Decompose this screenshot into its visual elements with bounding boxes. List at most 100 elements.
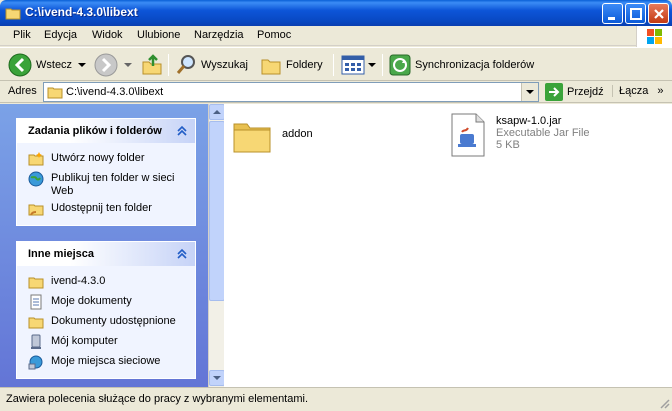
back-arrow-icon <box>8 53 32 77</box>
folder-icon <box>47 87 63 99</box>
task-label: Utwórz nowy folder <box>51 152 145 164</box>
collapse-icon[interactable] <box>175 124 189 138</box>
folder-up-icon <box>142 54 162 75</box>
globe-icon <box>28 171 44 187</box>
chevron-down-icon <box>368 63 376 67</box>
file-name: ksapw-1.0.jar <box>496 115 562 127</box>
search-icon <box>176 55 195 74</box>
file-tasks-title: Zadania plików i folderów <box>28 125 162 137</box>
documents-icon <box>30 294 42 310</box>
file-tasks-header[interactable]: Zadania plików i folderów <box>17 119 195 143</box>
forward-arrow-icon <box>94 53 118 77</box>
chevron-down-icon <box>526 90 534 94</box>
menu-edycja[interactable]: Edycja <box>44 29 77 41</box>
windows-flag-icon <box>647 29 662 44</box>
file-size: 5 KB <box>496 139 520 151</box>
folder-icon <box>233 123 271 153</box>
folders-icon <box>261 59 281 75</box>
file-list[interactable]: addon ksapw-1.0.jar Executable Jar File … <box>224 104 672 387</box>
new-folder-icon <box>28 152 44 166</box>
chevron-up-icon <box>213 110 221 114</box>
windows-logo <box>636 26 672 48</box>
place-my-documents[interactable]: Moje dokumenty <box>17 292 195 312</box>
place-label: Dokumenty udostępnione <box>51 315 176 327</box>
links-toolbar[interactable]: Łącza » <box>612 85 664 97</box>
computer-icon <box>31 334 41 349</box>
network-icon <box>28 355 43 370</box>
folder-icon <box>28 277 44 289</box>
chevron-down-icon <box>213 376 221 380</box>
status-bar: Zawiera polecenia służące do pracy z wyb… <box>0 387 672 411</box>
address-input[interactable]: C:\ivend-4.3.0\libext <box>43 82 539 102</box>
status-text: Zawiera polecenia służące do pracy z wyb… <box>6 393 309 405</box>
task-share-folder[interactable]: Udostępnij ten folder <box>17 199 195 219</box>
jar-file-icon <box>451 113 485 157</box>
links-label: Łącza <box>619 85 649 97</box>
title-bar[interactable]: C:\ivend-4.3.0\libext <box>0 0 672 26</box>
file-type: Executable Jar File <box>496 127 590 139</box>
folder-icon <box>5 8 21 20</box>
menu-widok[interactable]: Widok <box>92 29 123 41</box>
views-button[interactable] <box>341 52 377 78</box>
maximize-icon <box>630 8 642 20</box>
menu-bar: Plik Edycja Widok Ulubione Narzędzia Pom… <box>0 26 672 46</box>
place-ivend[interactable]: ivend-4.3.0 <box>17 272 195 292</box>
address-dropdown[interactable] <box>521 83 538 101</box>
menu-ulubione[interactable]: Ulubione <box>137 29 180 41</box>
window-title: C:\ivend-4.3.0\libext <box>25 5 138 19</box>
other-places-title: Inne miejsca <box>28 248 95 260</box>
scroll-down-button[interactable] <box>209 370 225 386</box>
folders-button[interactable]: Foldery <box>260 52 323 78</box>
sync-folders-button[interactable]: Synchronizacja folderów <box>389 52 534 78</box>
minimize-button[interactable] <box>602 3 623 24</box>
sync-icon <box>389 54 411 76</box>
menu-pomoc[interactable]: Pomoc <box>257 29 291 41</box>
toolbar: Wstecz Wyszukaj Foldery Synchronizacja f… <box>0 47 672 81</box>
task-label: Publikuj ten folder w sieci Web <box>51 172 175 197</box>
place-shared-documents[interactable]: Dokumenty udostępnione <box>17 312 195 332</box>
place-label: ivend-4.3.0 <box>51 275 106 287</box>
scroll-up-button[interactable] <box>209 104 225 120</box>
close-button[interactable] <box>648 3 669 24</box>
chevron-right-icon[interactable]: » <box>657 85 663 97</box>
place-my-computer[interactable]: Mój komputer <box>17 332 195 352</box>
address-bar: Adres C:\ivend-4.3.0\libext Przejdź Łącz… <box>0 81 672 103</box>
other-places-header[interactable]: Inne miejsca <box>17 242 195 266</box>
place-network[interactable]: Moje miejsca sieciowe <box>17 352 195 372</box>
search-button[interactable]: Wyszukaj <box>175 52 248 78</box>
menu-plik[interactable]: Plik <box>13 29 31 41</box>
forward-button[interactable] <box>94 52 134 78</box>
close-icon <box>654 9 664 19</box>
chevron-down-icon <box>124 63 132 67</box>
task-new-folder[interactable]: Utwórz nowy folder <box>17 149 195 169</box>
resize-grip-icon[interactable] <box>658 397 670 409</box>
file-item-addon[interactable]: addon <box>232 116 313 156</box>
address-label: Adres <box>8 85 37 97</box>
file-item-ksapw-jar[interactable]: ksapw-1.0.jar Executable Jar File 5 KB <box>450 112 590 158</box>
task-pane-scrollbar[interactable] <box>208 104 225 387</box>
menu-narzedzia[interactable]: Narzędzia <box>194 29 244 41</box>
place-label: Moje miejsca sieciowe <box>51 355 161 367</box>
go-arrow-icon <box>545 83 563 101</box>
file-tasks-panel: Zadania plików i folderów Utwórz nowy fo… <box>16 118 196 226</box>
scroll-thumb[interactable] <box>209 121 225 301</box>
other-places-panel: Inne miejsca ivend-4.3.0 Moje dokumenty … <box>16 241 196 379</box>
up-folder-button[interactable] <box>141 52 163 78</box>
search-label: Wyszukaj <box>201 59 248 71</box>
file-name: addon <box>282 128 313 140</box>
go-button[interactable]: Przejdź <box>545 83 604 101</box>
address-path: C:\ivend-4.3.0\libext <box>66 86 164 98</box>
place-label: Mój komputer <box>51 335 118 347</box>
chevron-down-icon <box>78 63 87 67</box>
views-icon <box>341 55 365 75</box>
sync-label: Synchronizacja folderów <box>415 59 535 71</box>
task-publish-web[interactable]: Publikuj ten folder w sieci Web <box>17 169 195 199</box>
share-folder-icon <box>28 204 44 216</box>
go-label: Przejdź <box>567 86 604 98</box>
task-label: Udostępnij ten folder <box>51 202 152 214</box>
back-button[interactable]: Wstecz <box>8 52 88 78</box>
maximize-button[interactable] <box>625 3 646 24</box>
task-pane: Zadania plików i folderów Utwórz nowy fo… <box>0 104 208 387</box>
back-label: Wstecz <box>36 59 73 71</box>
collapse-icon[interactable] <box>175 247 189 261</box>
